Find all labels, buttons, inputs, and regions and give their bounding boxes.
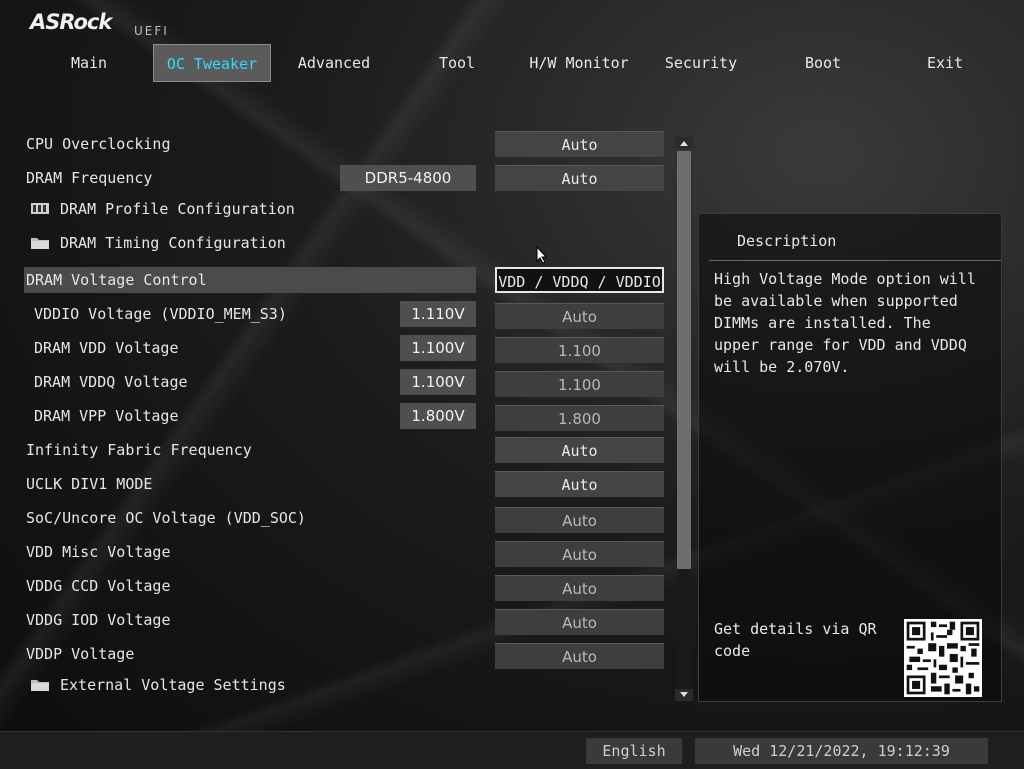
mouse-cursor-icon <box>536 246 548 264</box>
setting-label: VDDP Voltage <box>26 645 135 663</box>
current-value-dram-vpp-voltage: 1.800V <box>400 403 476 429</box>
setting-label: DRAM VPP Voltage <box>34 407 179 425</box>
folder-icon <box>31 680 49 691</box>
setting-label: Infinity Fabric Frequency <box>26 441 252 459</box>
tab-advanced[interactable]: Advanced <box>273 44 395 82</box>
setting-label: VDDG IOD Voltage <box>26 611 171 629</box>
tab-tool[interactable]: Tool <box>396 44 518 82</box>
setting-vdd-misc-voltage[interactable]: VDD Misc Voltage <box>24 539 476 565</box>
setting-dram-voltage-control[interactable]: DRAM Voltage Control <box>24 267 476 293</box>
setting-label: DRAM Profile Configuration <box>60 200 295 218</box>
option-vddp-voltage[interactable]: Auto <box>495 643 664 669</box>
setting-vddg-ccd-voltage[interactable]: VDDG CCD Voltage <box>24 573 476 599</box>
setting-vddg-iod-voltage[interactable]: VDDG IOD Voltage <box>24 607 476 633</box>
tab-hw-monitor[interactable]: H/W Monitor <box>518 44 640 82</box>
option-dram-voltage-control[interactable]: VDD / VDDQ / VDDIO <box>495 267 664 293</box>
tab-main[interactable]: Main <box>28 44 150 82</box>
setting-label: DRAM Voltage Control <box>26 271 207 289</box>
settings-list: CPU Overclocking Auto DRAM Frequency DDR… <box>0 128 680 708</box>
setting-label: External Voltage Settings <box>60 676 286 694</box>
setting-label: UCLK DIV1 MODE <box>26 475 153 493</box>
description-panel: Description High Voltage Mode option wil… <box>698 213 1002 702</box>
setting-label: CPU Overclocking <box>26 135 171 153</box>
description-text: High Voltage Mode option will be availab… <box>714 270 976 376</box>
tab-exit[interactable]: Exit <box>884 44 1006 82</box>
setting-infinity-fabric-frequency[interactable]: Infinity Fabric Frequency <box>24 437 476 463</box>
setting-label: VDD Misc Voltage <box>26 543 171 561</box>
memory-icon <box>31 203 49 214</box>
submenu-dram-profile-configuration[interactable]: DRAM Profile Configuration <box>24 196 476 222</box>
tab-boot[interactable]: Boot <box>762 44 884 82</box>
setting-label: DRAM VDDQ Voltage <box>34 373 188 391</box>
qr-caption: Get details via QR code <box>714 620 877 660</box>
setting-label: DRAM VDD Voltage <box>34 339 179 357</box>
option-dram-vddq-voltage[interactable]: 1.100 <box>495 371 664 397</box>
option-vddg-ccd-voltage[interactable]: Auto <box>495 575 664 601</box>
setting-soc-uncore-oc-voltage[interactable]: SoC/Uncore OC Voltage (VDD_SOC) <box>24 505 476 531</box>
option-vdd-misc-voltage[interactable]: Auto <box>495 541 664 567</box>
scroll-thumb[interactable] <box>677 151 691 569</box>
folder-icon <box>31 238 49 249</box>
top-menu-tabs: Main OC Tweaker Advanced Tool H/W Monito… <box>28 44 978 82</box>
scroll-up-icon[interactable] <box>675 137 693 149</box>
setting-label: DRAM Frequency <box>26 169 153 187</box>
tab-security[interactable]: Security <box>640 44 762 82</box>
uefi-label: UEFI <box>134 24 169 38</box>
option-dram-vdd-voltage[interactable]: 1.100 <box>495 337 664 363</box>
setting-vddp-voltage[interactable]: VDDP Voltage <box>24 641 476 667</box>
current-value-vddio-voltage: 1.110V <box>400 301 476 327</box>
submenu-external-voltage-settings[interactable]: External Voltage Settings <box>24 672 476 698</box>
option-infinity-fabric-frequency[interactable]: Auto <box>495 437 664 463</box>
setting-label: VDDG CCD Voltage <box>26 577 171 595</box>
scroll-down-icon[interactable] <box>675 689 693 701</box>
setting-label: DRAM Timing Configuration <box>60 234 286 252</box>
logo-text: ASRock <box>30 10 112 34</box>
setting-cpu-overclocking[interactable]: CPU Overclocking <box>24 131 476 157</box>
option-cpu-overclocking[interactable]: Auto <box>495 131 664 157</box>
qr-code-icon <box>904 619 982 697</box>
tab-oc-tweaker[interactable]: OC Tweaker <box>153 44 271 82</box>
option-uclk-div1-mode[interactable]: Auto <box>495 471 664 497</box>
option-soc-uncore-oc-voltage[interactable]: Auto <box>495 507 664 533</box>
language-button[interactable]: English <box>586 738 682 764</box>
date-time-display: Wed 12/21/2022, 19:12:39 <box>695 738 988 764</box>
setting-label: SoC/Uncore OC Voltage (VDD_SOC) <box>26 509 306 527</box>
setting-uclk-div1-mode[interactable]: UCLK DIV1 MODE <box>24 471 476 497</box>
description-title: Description <box>737 232 837 250</box>
option-vddio-voltage[interactable]: Auto <box>495 303 664 329</box>
setting-label: VDDIO Voltage (VDDIO_MEM_S3) <box>34 305 287 323</box>
option-vddg-iod-voltage[interactable]: Auto <box>495 609 664 635</box>
status-bar: English Wed 12/21/2022, 19:12:39 <box>0 731 1024 769</box>
current-value-dram-vdd-voltage: 1.100V <box>400 335 476 361</box>
submenu-dram-timing-configuration[interactable]: DRAM Timing Configuration <box>24 230 476 256</box>
settings-scrollbar[interactable] <box>675 137 693 703</box>
description-divider <box>709 260 1001 261</box>
option-dram-vpp-voltage[interactable]: 1.800 <box>495 405 664 431</box>
current-value-dram-frequency: DDR5-4800 <box>340 165 476 191</box>
option-dram-frequency[interactable]: Auto <box>495 165 664 191</box>
current-value-dram-vddq-voltage: 1.100V <box>400 369 476 395</box>
